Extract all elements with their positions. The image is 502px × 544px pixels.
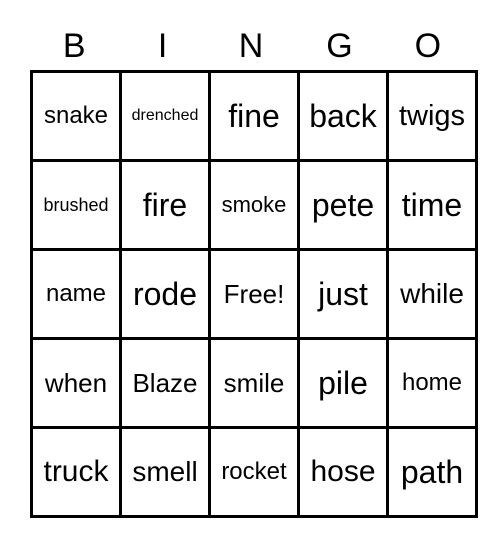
bingo-cell[interactable]: pile bbox=[297, 337, 389, 429]
bingo-cell[interactable]: pete bbox=[297, 159, 389, 251]
header-letter-o: O bbox=[414, 27, 442, 65]
bingo-cell[interactable]: smell bbox=[119, 426, 211, 518]
grid-row: snake drenched fine back twigs bbox=[30, 70, 478, 162]
bingo-cell[interactable]: drenched bbox=[119, 70, 211, 162]
bingo-cell[interactable]: truck bbox=[30, 426, 122, 518]
bingo-cell[interactable]: name bbox=[30, 248, 122, 340]
bingo-cell[interactable]: brushed bbox=[30, 159, 122, 251]
bingo-cell[interactable]: rocket bbox=[208, 426, 300, 518]
bingo-cell[interactable]: hose bbox=[297, 426, 389, 518]
header-letter-b: B bbox=[62, 27, 86, 65]
grid-row: name rode Free! just while bbox=[30, 248, 478, 340]
bingo-cell[interactable]: while bbox=[386, 248, 478, 340]
bingo-cell[interactable]: Free! bbox=[208, 248, 300, 340]
bingo-cell[interactable]: rode bbox=[119, 248, 211, 340]
bingo-cell[interactable]: fire bbox=[119, 159, 211, 251]
bingo-header: B I N G O bbox=[30, 26, 472, 66]
bingo-cell[interactable]: just bbox=[297, 248, 389, 340]
header-letter-g: G bbox=[326, 27, 353, 65]
grid-row: truck smell rocket hose path bbox=[30, 426, 478, 518]
bingo-cell[interactable]: back bbox=[297, 70, 389, 162]
grid-row: brushed fire smoke pete time bbox=[30, 159, 478, 251]
bingo-cell[interactable]: snake bbox=[30, 70, 122, 162]
bingo-cell[interactable]: smile bbox=[208, 337, 300, 429]
bingo-cell[interactable]: fine bbox=[208, 70, 300, 162]
bingo-cell[interactable]: smoke bbox=[208, 159, 300, 251]
bingo-cell[interactable]: path bbox=[386, 426, 478, 518]
bingo-cell[interactable]: twigs bbox=[386, 70, 478, 162]
bingo-cell[interactable]: Blaze bbox=[119, 337, 211, 429]
bingo-cell[interactable]: home bbox=[386, 337, 478, 429]
bingo-cell[interactable]: time bbox=[386, 159, 478, 251]
header-letter-n: N bbox=[238, 27, 264, 65]
bingo-grid: snake drenched fine back twigs brushed fire smo… bbox=[30, 70, 478, 518]
header-letter-i: I bbox=[157, 27, 168, 65]
grid-row: when Blaze smile pile home bbox=[30, 337, 478, 429]
bingo-cell[interactable]: when bbox=[30, 337, 122, 429]
